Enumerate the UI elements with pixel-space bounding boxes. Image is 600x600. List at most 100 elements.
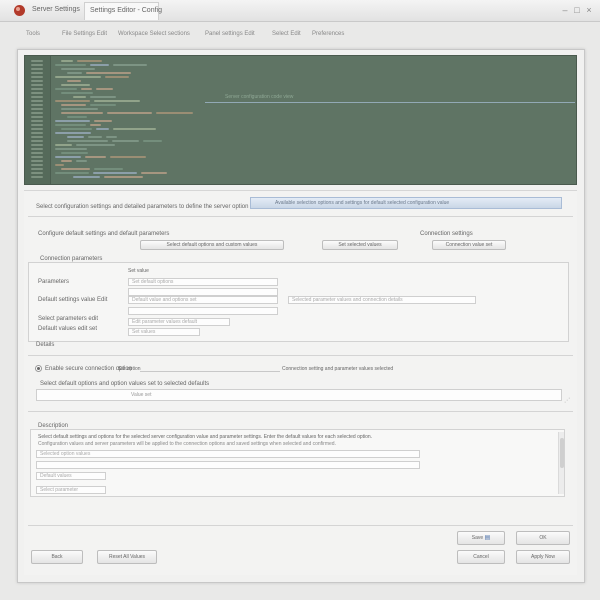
param-field-1[interactable]: Set default options	[128, 278, 278, 286]
section3-field-label: Set option	[118, 366, 141, 372]
ok-button[interactable]: OK	[516, 531, 570, 545]
window-tab[interactable]: Settings Editor - Config	[84, 2, 162, 20]
editor-selection-line	[205, 102, 575, 103]
param-field-2b[interactable]	[128, 307, 278, 315]
section1-right-label: Connection settings	[420, 231, 473, 237]
line-number	[31, 148, 43, 150]
code-line-segment	[112, 140, 139, 142]
divider	[28, 355, 573, 356]
code-line-segment	[104, 176, 143, 178]
line-number	[31, 72, 43, 74]
menu-item-panel[interactable]: Panel settings Edit	[205, 31, 255, 37]
close-icon[interactable]: ×	[584, 5, 594, 15]
code-line-segment	[61, 160, 72, 162]
code-line-segment	[106, 136, 117, 138]
field-underline	[140, 371, 280, 372]
menu-item-tools[interactable]: Tools	[26, 31, 40, 37]
code-line-segment	[90, 104, 116, 106]
secure-connection-radio[interactable]	[35, 365, 42, 372]
line-number	[31, 124, 43, 126]
save-icon: ▤	[484, 535, 491, 541]
line-number	[31, 164, 43, 166]
param-field-1b[interactable]	[128, 288, 278, 296]
description-field-1[interactable]: Selected option values	[36, 450, 420, 458]
app-logo-icon	[14, 5, 25, 16]
line-number	[31, 152, 43, 154]
code-line-segment	[86, 72, 131, 74]
section3-dropdown[interactable]: Value set	[36, 389, 562, 401]
param-field-2[interactable]: Default value and options set	[128, 296, 278, 304]
code-line-segment	[61, 168, 90, 170]
description-scrollbar[interactable]	[558, 432, 564, 494]
code-line-segment	[67, 80, 81, 82]
code-line-segment	[90, 124, 101, 126]
menu-item-workspace[interactable]: Workspace Select sections	[118, 31, 190, 37]
maximize-icon[interactable]: □	[572, 5, 582, 15]
window-tab-label: Settings Editor - Config	[90, 7, 162, 14]
selected-option-bar[interactable]: Available selection options and settings…	[250, 197, 562, 209]
line-number	[31, 84, 43, 86]
code-line-segment	[94, 168, 123, 170]
code-line-segment	[76, 144, 115, 146]
editor-header: Server configuration code view	[225, 94, 294, 100]
description-field-3[interactable]: Default values	[36, 472, 106, 480]
code-line-segment	[96, 128, 109, 130]
divider	[28, 411, 573, 412]
code-line-segment	[55, 144, 72, 146]
code-line-segment	[55, 88, 77, 90]
code-line-segment	[55, 132, 91, 134]
line-number	[31, 168, 43, 170]
line-number	[31, 108, 43, 110]
reset-all-button[interactable]: Reset All Values	[97, 550, 157, 564]
code-line-segment	[55, 156, 81, 158]
divider	[28, 216, 573, 217]
code-line-segment	[55, 124, 86, 126]
line-number	[31, 112, 43, 114]
minimize-icon[interactable]: –	[560, 5, 570, 15]
code-line-segment	[61, 84, 90, 86]
param-field-2-extra[interactable]: Selected parameter values and connection…	[288, 296, 476, 304]
code-line-segment	[61, 152, 88, 154]
code-line-segment	[61, 92, 93, 94]
param-row-label-4: Default values edit set	[38, 326, 98, 332]
description-field-2[interactable]	[36, 461, 420, 469]
code-line-segment	[61, 104, 86, 106]
line-number	[31, 136, 43, 138]
line-number	[31, 132, 43, 134]
resize-grip-icon[interactable]: ⋰	[564, 397, 570, 404]
description-field-4[interactable]: Select parameter	[36, 486, 106, 494]
section2-footer-label: Details	[36, 342, 55, 348]
code-line-segment	[105, 76, 129, 78]
param-field-3[interactable]: Edit parameter values default	[128, 318, 230, 326]
line-number	[31, 80, 43, 82]
line-number	[31, 68, 43, 70]
section2-header: Connection parameters	[38, 256, 105, 262]
code-line-segment	[67, 72, 82, 74]
back-button[interactable]: Back	[31, 550, 83, 564]
apply-button[interactable]: Apply Now	[516, 550, 570, 564]
menu-item-file[interactable]: File Settings Edit	[62, 31, 107, 37]
code-line-segment	[55, 120, 90, 122]
connection-value-button[interactable]: Connection value set	[432, 240, 506, 250]
code-line-segment	[110, 156, 146, 158]
scrollbar-thumb[interactable]	[560, 438, 564, 468]
code-line-segment	[67, 136, 84, 138]
menu-item-preferences[interactable]: Preferences	[312, 31, 344, 37]
code-line-segment	[156, 112, 193, 114]
menu-item-select[interactable]: Select Edit	[272, 31, 301, 37]
code-line-segment	[55, 148, 87, 150]
code-line-segment	[61, 128, 92, 130]
code-line-segment	[61, 108, 98, 110]
set-values-button[interactable]: Set selected values	[322, 240, 398, 250]
code-editor[interactable]: Server configuration code view	[24, 55, 577, 185]
select-defaults-button[interactable]: Select default options and custom values	[140, 240, 284, 250]
code-line-segment	[113, 64, 147, 66]
param-field-4[interactable]: Set values	[128, 328, 200, 336]
code-line-segment	[90, 64, 109, 66]
cancel-button[interactable]: Cancel	[457, 550, 505, 564]
section2-sub-value: Set value	[128, 268, 149, 274]
line-number	[31, 116, 43, 118]
section3-sub-value: Value set	[131, 392, 152, 398]
save-button[interactable]: Save ▤	[457, 531, 505, 545]
code-line-segment	[77, 60, 102, 62]
